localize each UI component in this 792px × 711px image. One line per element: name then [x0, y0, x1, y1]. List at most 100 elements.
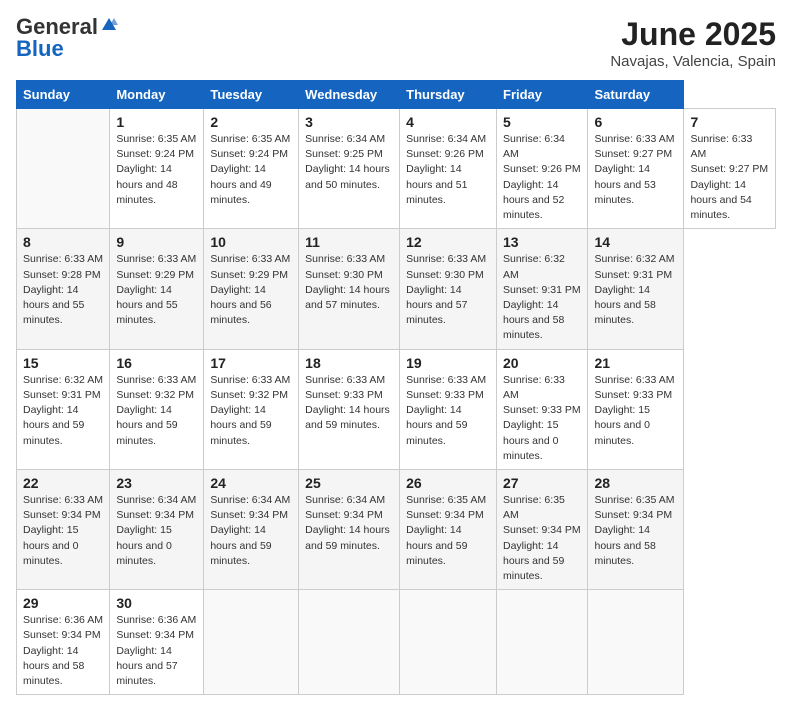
day-number: 18: [305, 355, 393, 371]
logo-icon: [100, 16, 118, 34]
column-header-sunday: Sunday: [17, 81, 110, 109]
calendar-week-row: 15Sunrise: 6:32 AM Sunset: 9:31 PM Dayli…: [17, 349, 776, 469]
calendar-cell: 6 Sunrise: 6:33 AM Sunset: 9:27 PM Daylig…: [588, 109, 684, 229]
day-number: 25: [305, 475, 393, 491]
day-number: 20: [503, 355, 581, 371]
calendar-cell: 23 Sunrise: 6:34 AM Sunset: 9:34 PM Dayli…: [110, 469, 204, 589]
calendar-cell: 27 Sunrise: 6:35 AM Sunset: 9:34 PM Dayli…: [497, 469, 588, 589]
calendar-cell: 12 Sunrise: 6:33 AM Sunset: 9:30 PM Dayli…: [400, 229, 497, 349]
day-number: 2: [210, 114, 292, 130]
day-detail: Sunrise: 6:33 AM Sunset: 9:30 PM Dayligh…: [406, 252, 490, 328]
calendar-cell: 28 Sunrise: 6:35 AM Sunset: 9:34 PM Dayli…: [588, 469, 684, 589]
day-detail: Sunrise: 6:35 AM Sunset: 9:34 PM Dayligh…: [594, 493, 677, 569]
day-number: 24: [210, 475, 292, 491]
day-detail: Sunrise: 6:34 AM Sunset: 9:25 PM Dayligh…: [305, 132, 393, 193]
calendar-table: SundayMondayTuesdayWednesdayThursdayFrid…: [16, 80, 776, 695]
day-detail: Sunrise: 6:33 AM Sunset: 9:33 PM Dayligh…: [503, 373, 581, 464]
calendar-week-row: 1 Sunrise: 6:35 AM Sunset: 9:24 PM Daylig…: [17, 109, 776, 229]
day-detail: Sunrise: 6:33 AM Sunset: 9:32 PM Dayligh…: [116, 373, 197, 449]
day-detail: Sunrise: 6:33 AM Sunset: 9:34 PM Dayligh…: [23, 493, 103, 569]
day-number: 27: [503, 475, 581, 491]
column-header-monday: Monday: [110, 81, 204, 109]
calendar-cell: 7Sunrise: 6:33 AM Sunset: 9:27 PM Daylig…: [684, 109, 776, 229]
day-detail: Sunrise: 6:35 AM Sunset: 9:34 PM Dayligh…: [503, 493, 581, 584]
calendar-week-row: 29 Sunrise: 6:36 AM Sunset: 9:34 PM Dayli…: [17, 590, 776, 695]
calendar-cell: 13Sunrise: 6:32 AM Sunset: 9:31 PM Dayli…: [497, 229, 588, 349]
calendar-cell: 11Sunrise: 6:33 AM Sunset: 9:30 PM Dayli…: [299, 229, 400, 349]
calendar-cell: 14 Sunrise: 6:32 AM Sunset: 9:31 PM Dayli…: [588, 229, 684, 349]
calendar-week-row: 22 Sunrise: 6:33 AM Sunset: 9:34 PM Dayli…: [17, 469, 776, 589]
day-detail: Sunrise: 6:33 AM Sunset: 9:33 PM Dayligh…: [406, 373, 490, 449]
day-number: 26: [406, 475, 490, 491]
day-detail: Sunrise: 6:34 AM Sunset: 9:34 PM Dayligh…: [116, 493, 197, 569]
day-detail: Sunrise: 6:36 AM Sunset: 9:34 PM Dayligh…: [23, 613, 103, 689]
day-number: 22: [23, 475, 103, 491]
column-header-saturday: Saturday: [588, 81, 684, 109]
day-detail: Sunrise: 6:34 AM Sunset: 9:34 PM Dayligh…: [305, 493, 393, 554]
day-number: 16: [116, 355, 197, 371]
day-detail: Sunrise: 6:35 AM Sunset: 9:24 PM Dayligh…: [116, 132, 197, 208]
day-detail: Sunrise: 6:33 AM Sunset: 9:33 PM Dayligh…: [594, 373, 677, 449]
calendar-cell: [299, 590, 400, 695]
calendar-cell: 15Sunrise: 6:32 AM Sunset: 9:31 PM Dayli…: [17, 349, 110, 469]
calendar-cell: 2Sunrise: 6:35 AM Sunset: 9:24 PM Daylig…: [204, 109, 299, 229]
day-detail: Sunrise: 6:33 AM Sunset: 9:30 PM Dayligh…: [305, 252, 393, 313]
calendar-cell: 8 Sunrise: 6:33 AM Sunset: 9:28 PM Daylig…: [17, 229, 110, 349]
calendar-cell: [17, 109, 110, 229]
header: General Blue June 2025 Navajas, Valencia…: [16, 16, 776, 70]
day-number: 12: [406, 234, 490, 250]
calendar-cell: 3 Sunrise: 6:34 AM Sunset: 9:25 PM Daylig…: [299, 109, 400, 229]
day-number: 30: [116, 595, 197, 611]
calendar-cell: [497, 590, 588, 695]
day-detail: Sunrise: 6:33 AM Sunset: 9:27 PM Dayligh…: [690, 132, 769, 223]
calendar-cell: 26 Sunrise: 6:35 AM Sunset: 9:34 PM Dayli…: [400, 469, 497, 589]
day-detail: Sunrise: 6:34 AM Sunset: 9:26 PM Dayligh…: [406, 132, 490, 208]
day-detail: Sunrise: 6:34 AM Sunset: 9:26 PM Dayligh…: [503, 132, 581, 223]
day-number: 6: [594, 114, 677, 130]
column-header-friday: Friday: [497, 81, 588, 109]
day-number: 29: [23, 595, 103, 611]
calendar-cell: 17 Sunrise: 6:33 AM Sunset: 9:32 PM Dayli…: [204, 349, 299, 469]
day-number: 13: [503, 234, 581, 250]
calendar-cell: [400, 590, 497, 695]
calendar-cell: 5Sunrise: 6:34 AM Sunset: 9:26 PM Daylig…: [497, 109, 588, 229]
day-detail: Sunrise: 6:33 AM Sunset: 9:28 PM Dayligh…: [23, 252, 103, 328]
column-header-tuesday: Tuesday: [204, 81, 299, 109]
calendar-cell: 10 Sunrise: 6:33 AM Sunset: 9:29 PM Dayli…: [204, 229, 299, 349]
calendar-cell: 30Sunrise: 6:36 AM Sunset: 9:34 PM Dayli…: [110, 590, 204, 695]
day-number: 3: [305, 114, 393, 130]
day-number: 14: [594, 234, 677, 250]
day-detail: Sunrise: 6:33 AM Sunset: 9:33 PM Dayligh…: [305, 373, 393, 434]
day-number: 10: [210, 234, 292, 250]
calendar-cell: 22 Sunrise: 6:33 AM Sunset: 9:34 PM Dayli…: [17, 469, 110, 589]
calendar-cell: 24 Sunrise: 6:34 AM Sunset: 9:34 PM Dayli…: [204, 469, 299, 589]
day-detail: Sunrise: 6:33 AM Sunset: 9:29 PM Dayligh…: [210, 252, 292, 328]
day-number: 23: [116, 475, 197, 491]
title-block: June 2025 Navajas, Valencia, Spain: [610, 16, 776, 70]
calendar-cell: 9Sunrise: 6:33 AM Sunset: 9:29 PM Daylig…: [110, 229, 204, 349]
day-number: 8: [23, 234, 103, 250]
day-number: 19: [406, 355, 490, 371]
day-detail: Sunrise: 6:33 AM Sunset: 9:27 PM Dayligh…: [594, 132, 677, 208]
calendar-cell: 4 Sunrise: 6:34 AM Sunset: 9:26 PM Daylig…: [400, 109, 497, 229]
day-number: 28: [594, 475, 677, 491]
day-detail: Sunrise: 6:33 AM Sunset: 9:29 PM Dayligh…: [116, 252, 197, 328]
day-detail: Sunrise: 6:34 AM Sunset: 9:34 PM Dayligh…: [210, 493, 292, 569]
logo-general: General: [16, 16, 98, 38]
calendar-cell: [204, 590, 299, 695]
day-detail: Sunrise: 6:32 AM Sunset: 9:31 PM Dayligh…: [23, 373, 103, 449]
day-number: 4: [406, 114, 490, 130]
calendar-cell: 16 Sunrise: 6:33 AM Sunset: 9:32 PM Dayli…: [110, 349, 204, 469]
calendar-cell: 1 Sunrise: 6:35 AM Sunset: 9:24 PM Daylig…: [110, 109, 204, 229]
column-header-thursday: Thursday: [400, 81, 497, 109]
calendar-cell: 25 Sunrise: 6:34 AM Sunset: 9:34 PM Dayli…: [299, 469, 400, 589]
calendar-week-row: 8 Sunrise: 6:33 AM Sunset: 9:28 PM Daylig…: [17, 229, 776, 349]
day-number: 1: [116, 114, 197, 130]
day-detail: Sunrise: 6:32 AM Sunset: 9:31 PM Dayligh…: [594, 252, 677, 328]
day-detail: Sunrise: 6:35 AM Sunset: 9:34 PM Dayligh…: [406, 493, 490, 569]
day-number: 17: [210, 355, 292, 371]
calendar-cell: 21Sunrise: 6:33 AM Sunset: 9:33 PM Dayli…: [588, 349, 684, 469]
calendar-cell: 19 Sunrise: 6:33 AM Sunset: 9:33 PM Dayli…: [400, 349, 497, 469]
day-detail: Sunrise: 6:33 AM Sunset: 9:32 PM Dayligh…: [210, 373, 292, 449]
calendar-cell: [588, 590, 684, 695]
